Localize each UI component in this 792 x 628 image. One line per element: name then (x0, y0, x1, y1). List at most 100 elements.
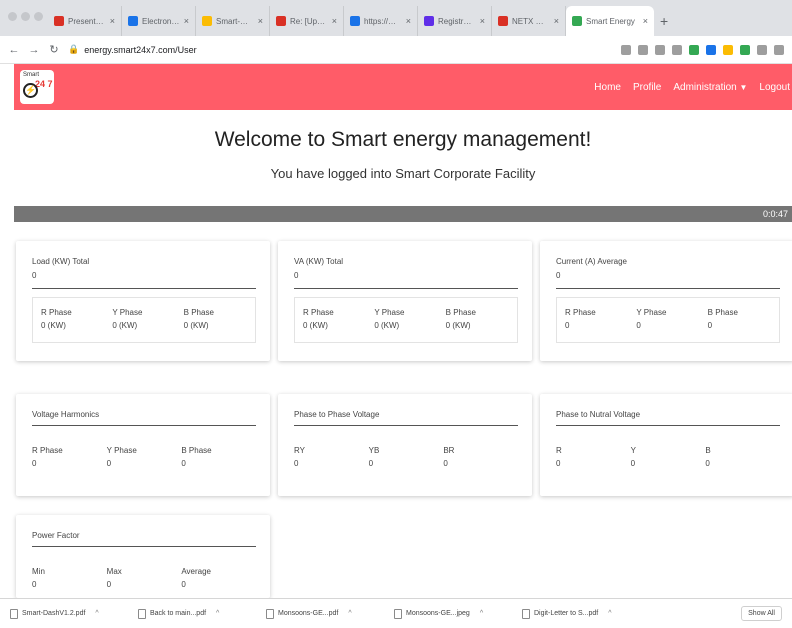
phase-column: R Phase 0 (KW) (41, 308, 112, 330)
close-icon[interactable]: × (406, 16, 411, 26)
download-item[interactable]: Digit-Letter to S...pdf ^ (522, 608, 650, 619)
chevron-up-icon[interactable]: ^ (608, 610, 611, 617)
downloads-bar: Smart-DashV1.2.pdf ^ Back to main...pdf ^ … (0, 598, 792, 628)
phase-column: Y Phase 0 (KW) (374, 308, 445, 330)
card-value: 0 (32, 271, 37, 280)
phase-column: R Phase 0 (565, 308, 636, 330)
tab-favicon-icon (424, 16, 434, 26)
close-icon[interactable]: × (184, 16, 189, 26)
url-input[interactable]: 🔒 energy.smart24x7.com/User (68, 44, 197, 55)
menu-icon[interactable] (774, 44, 784, 55)
tab-favicon-icon (350, 16, 360, 26)
nav-profile[interactable]: Profile (633, 82, 661, 93)
chevron-up-icon[interactable]: ^ (480, 610, 483, 617)
back-icon[interactable]: ← (8, 44, 20, 56)
phase-value: 0 (32, 459, 37, 468)
browser-tab[interactable]: NETX ONLY... × (492, 6, 566, 36)
download-item[interactable]: Monsoons-GE...jpeg ^ (394, 608, 522, 619)
tab-favicon-icon (276, 16, 286, 26)
close-icon[interactable]: × (554, 16, 559, 26)
phase-value: 0 (705, 459, 710, 468)
card-load-total: Load (KW) Total 0 R Phase 0 (KW) Y Phase 0… (16, 241, 270, 361)
phase-label: R Phase (565, 308, 596, 317)
chevron-up-icon[interactable]: ^ (216, 610, 219, 617)
phase-column: RY 0 (294, 446, 369, 468)
nav-administration-label: Administration (673, 81, 737, 93)
file-icon (522, 608, 530, 619)
extension-icon[interactable] (740, 44, 750, 55)
phase-label: Y Phase (112, 308, 143, 317)
phase-column: B0 (705, 446, 780, 468)
browser-tab[interactable]: Re: [Update] Ro... × (270, 6, 344, 36)
phase-value: 0 (KW) (183, 321, 209, 330)
phase-label: Y Phase (374, 308, 405, 317)
file-icon (10, 608, 18, 619)
phase-label: B (705, 446, 711, 455)
reload-icon[interactable]: ↻ (48, 43, 60, 56)
divider (294, 288, 518, 289)
phase-breakdown: RY 0 YB 0 BR 0 (294, 436, 518, 480)
divider (294, 425, 518, 426)
download-item[interactable]: Back to main...pdf ^ (138, 608, 266, 619)
phase-column: Max 0 (107, 567, 182, 589)
close-icon[interactable]: × (110, 16, 115, 26)
close-icon[interactable]: × (643, 16, 648, 26)
download-item[interactable]: Monsoons-GE...pdf ^ (266, 608, 394, 619)
tab-favicon-icon (128, 16, 138, 26)
tab-favicon-icon (202, 16, 212, 26)
phase-label: Max (106, 567, 122, 576)
download-item[interactable]: Smart-DashV1.2.pdf ^ (10, 608, 138, 619)
phase-label: R Phase (41, 308, 72, 317)
phase-label: YB (368, 446, 380, 455)
card-phase-to-phase-voltage: Phase to Phase Voltage RY 0 YB 0 BR 0 (278, 394, 532, 496)
browser-tab[interactable]: Presentation Fo... × (48, 6, 122, 36)
nav-home[interactable]: Home (594, 82, 621, 93)
star-icon[interactable] (621, 44, 631, 55)
browser-tab[interactable]: Smart-CT-IN65... × (196, 6, 270, 36)
close-icon[interactable]: × (480, 16, 485, 26)
tab-favicon-icon (498, 16, 508, 26)
extension-icon[interactable] (723, 44, 733, 55)
nav-administration[interactable]: Administration ▼ (673, 82, 747, 93)
extension-icon[interactable] (757, 44, 767, 55)
phase-value: 0 (565, 321, 570, 330)
tab-label: Registration for... (438, 16, 476, 26)
nav-logout[interactable]: Logout (759, 82, 790, 93)
tab-label: Re: [Update] Ro... (290, 16, 328, 26)
browser-tab-active[interactable]: Smart Energy × (566, 6, 654, 36)
phase-label: R Phase (303, 308, 334, 317)
browser-tab[interactable]: Registration for... × (418, 6, 492, 36)
forward-icon[interactable]: → (28, 44, 40, 56)
extension-icon[interactable] (689, 44, 699, 55)
new-tab-icon[interactable]: + (660, 13, 668, 29)
browser-tab[interactable]: Electronics M... × (122, 6, 196, 36)
card-title: Voltage Harmonics (32, 410, 100, 419)
phase-label: B Phase (181, 446, 212, 455)
chevron-up-icon[interactable]: ^ (95, 610, 98, 617)
tab-label: Smart Energy (586, 16, 635, 26)
extension-icon[interactable] (706, 44, 716, 55)
extension-icon[interactable] (655, 44, 665, 55)
phase-label: B Phase (183, 308, 214, 317)
phase-value: 0 (556, 459, 561, 468)
card-value: 0 (556, 271, 561, 280)
close-icon[interactable]: × (332, 16, 337, 26)
card-voltage-harmonics: Voltage Harmonics R Phase 0 Y Phase 0 B Ph… (16, 394, 270, 496)
file-icon (138, 608, 146, 619)
tab-label: Presentation Fo... (68, 16, 106, 26)
divider (556, 425, 780, 426)
phase-column: R Phase 0 (32, 446, 107, 468)
download-filename: Digit-Letter to S...pdf (534, 610, 599, 617)
window-controls[interactable] (8, 12, 43, 21)
browser-tab[interactable]: https://www.goo... × (344, 6, 418, 36)
show-all-button[interactable]: Show All (741, 606, 782, 621)
card-title: Phase to Phase Voltage (294, 410, 380, 419)
phase-column: Average 0 (181, 567, 256, 589)
tab-favicon-icon (572, 16, 582, 26)
chevron-up-icon[interactable]: ^ (348, 610, 351, 617)
extension-icon[interactable] (638, 44, 648, 55)
brand-logo[interactable]: Smart 24 7 ⚡ (20, 70, 54, 104)
close-icon[interactable]: × (258, 16, 263, 26)
phase-breakdown: R Phase 0 Y Phase 0 B Phase 0 (32, 436, 256, 480)
extension-icon[interactable] (672, 44, 682, 55)
